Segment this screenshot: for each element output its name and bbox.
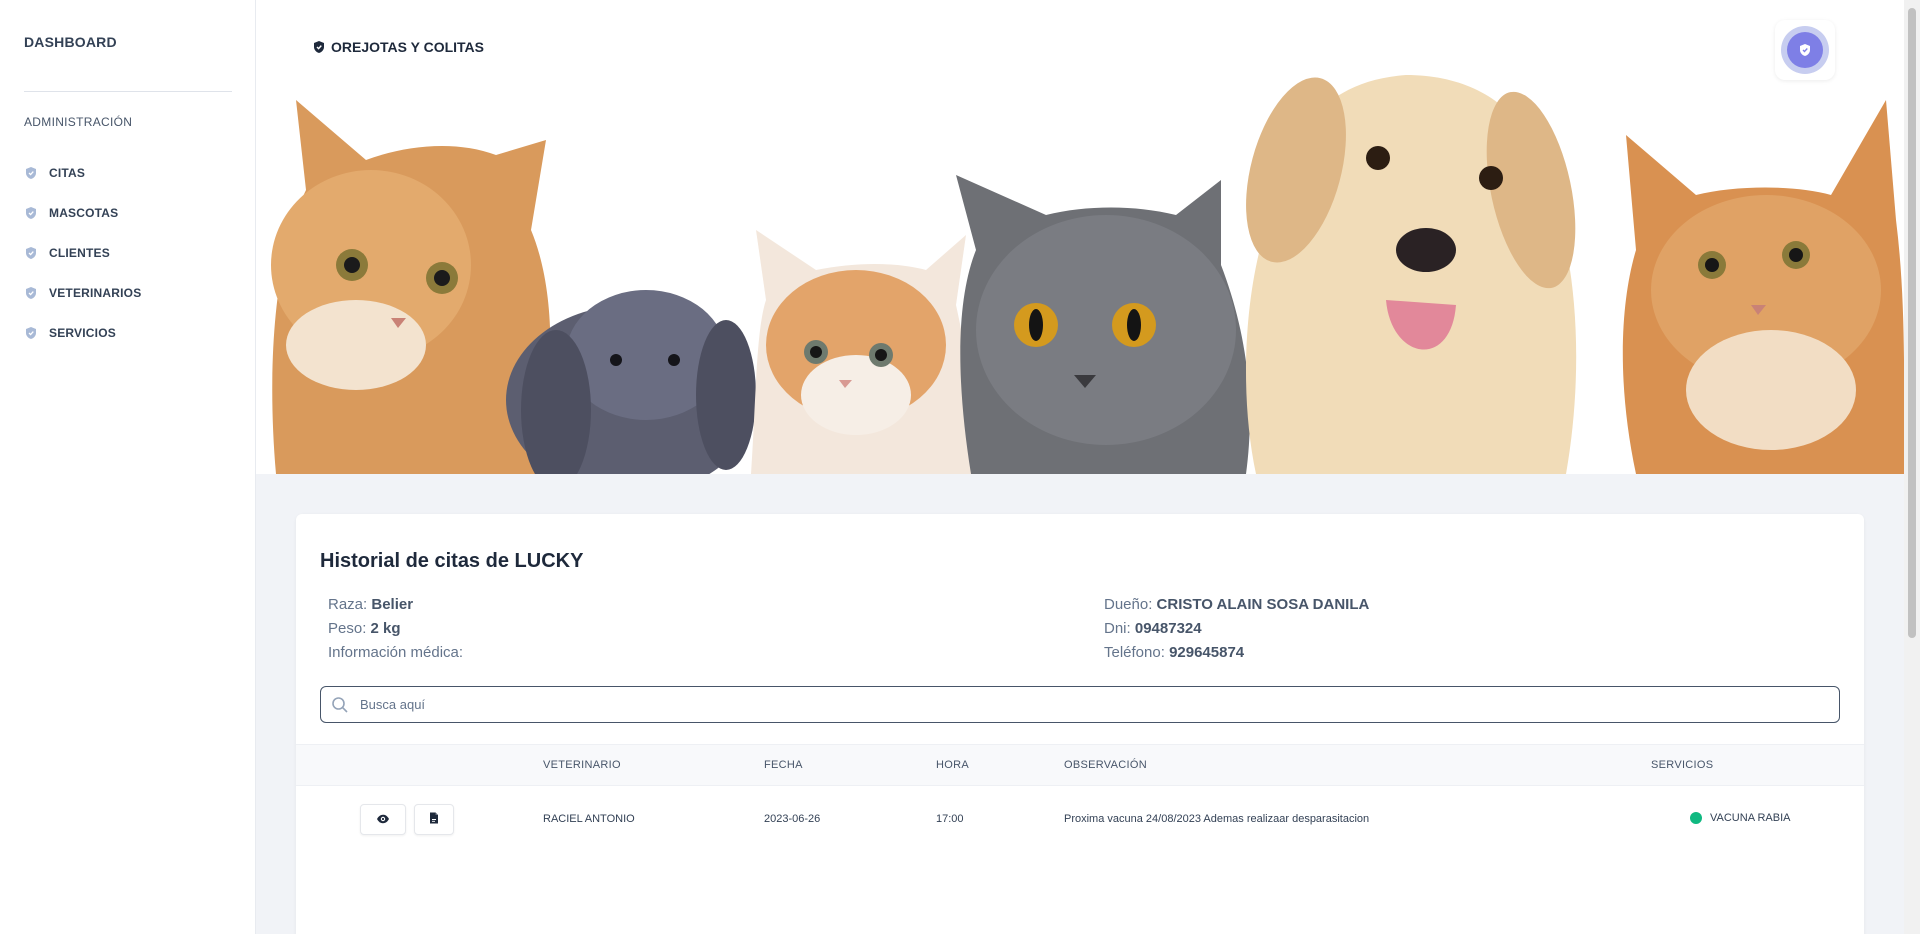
owner-name: Dueño: CRISTO ALAIN SOSA DANILA: [1104, 593, 1369, 617]
kitten: [751, 230, 976, 474]
info-label: Dueño:: [1104, 596, 1153, 613]
sidebar-section-label: ADMINISTRACIÓN: [24, 115, 133, 129]
column-header-servicios[interactable]: SERVICIOS: [1651, 759, 1713, 771]
pet-weight: Peso: 2 kg: [328, 617, 463, 641]
info-label: Teléfono:: [1104, 644, 1165, 661]
eye-icon: [376, 811, 390, 829]
search-box[interactable]: [320, 686, 1840, 723]
cell-veterinario: RACIEL ANTONIO: [543, 813, 635, 825]
sidebar-item-mascotas[interactable]: MASCOTAS: [24, 193, 141, 233]
sidebar-item-veterinarios[interactable]: VETERINARIOS: [24, 273, 141, 313]
grey-cat: [956, 175, 1250, 474]
table-row: RACIEL ANTONIO 2023-06-26 17:00 Proxima …: [296, 786, 1864, 852]
sidebar-item-label: CITAS: [49, 166, 86, 180]
service-label: VACUNA RABIA: [1710, 812, 1791, 824]
sidebar-item-servicios[interactable]: SERVICIOS: [24, 313, 141, 353]
info-label: Peso:: [328, 620, 367, 637]
sidebar: DASHBOARD ADMINISTRACIÓN CITAS MASCOTAS …: [0, 0, 256, 934]
cell-fecha: 2023-06-26: [764, 813, 821, 825]
table-header: VETERINARIO FECHA HORA OBSERVACIÓN SERVI…: [296, 744, 1864, 786]
page-scrollbar[interactable]: [1904, 0, 1920, 934]
owner-phone: Teléfono: 929645874: [1104, 641, 1369, 665]
user-avatar-button[interactable]: [1775, 20, 1835, 80]
history-title-prefix: Historial de citas de: [320, 550, 509, 572]
info-label: Información médica:: [328, 644, 464, 661]
info-label: Dni:: [1104, 620, 1131, 637]
search-icon: [331, 696, 349, 714]
info-label: Raza:: [328, 596, 368, 613]
user-avatar-icon: [1787, 32, 1823, 68]
sidebar-nav: CITAS MASCOTAS CLIENTES VETERINARIOS SER…: [24, 153, 141, 353]
app-title-text: OREJOTAS Y COLITAS: [331, 39, 484, 55]
owner-info: Dueño: CRISTO ALAIN SOSA DANILA Dni: 094…: [1104, 593, 1369, 665]
status-dot: [1690, 812, 1702, 824]
cell-hora: 17:00: [936, 813, 964, 825]
pet-name: LUCKY: [514, 550, 584, 572]
column-header-observacion[interactable]: OBSERVACIÓN: [1064, 759, 1147, 771]
info-value: CRISTO ALAIN SOSA DANILA: [1156, 596, 1370, 613]
info-value: 929645874: [1169, 644, 1245, 661]
search-input[interactable]: [360, 697, 1760, 712]
sidebar-item-label: VETERINARIOS: [49, 286, 142, 300]
sidebar-item-label: MASCOTAS: [49, 206, 119, 220]
info-value: Belier: [371, 596, 414, 613]
orange-cat-right: [1622, 100, 1904, 474]
scrollbar-thumb[interactable]: [1908, 8, 1916, 638]
sidebar-item-label: SERVICIOS: [49, 326, 116, 340]
document-icon: [429, 811, 439, 829]
pet-breed: Raza: Belier: [328, 593, 463, 617]
document-button[interactable]: [414, 804, 454, 835]
shield-icon: [24, 286, 38, 300]
hero-banner: OREJOTAS Y COLITAS: [256, 0, 1904, 474]
sidebar-divider: [24, 91, 232, 92]
pets-banner-image: [271, 75, 1904, 474]
shield-icon: [312, 40, 326, 54]
avatar: [1781, 26, 1829, 74]
owner-dni: Dni: 09487324: [1104, 617, 1369, 641]
sidebar-item-citas[interactable]: CITAS: [24, 153, 141, 193]
info-value: 09487324: [1134, 620, 1202, 637]
view-button[interactable]: [360, 804, 406, 835]
sidebar-item-clientes[interactable]: CLIENTES: [24, 233, 141, 273]
column-header-hora[interactable]: HORA: [936, 759, 969, 771]
cell-servicios: VACUNA RABIA: [1690, 812, 1791, 824]
shield-icon: [24, 246, 38, 260]
sidebar-item-label: CLIENTES: [49, 246, 110, 260]
sidebar-brand[interactable]: DASHBOARD: [24, 34, 117, 50]
column-header-veterinario[interactable]: VETERINARIO: [543, 759, 621, 771]
column-header-fecha[interactable]: FECHA: [764, 759, 803, 771]
pet-medical-info: Información médica:: [328, 641, 463, 665]
shield-icon: [24, 206, 38, 220]
pet-info: Raza: Belier Peso: 2 kg Información médi…: [328, 593, 463, 665]
app-title: OREJOTAS Y COLITAS: [312, 39, 484, 55]
history-card: Historial de citas de LUCKY Raza: Belier…: [296, 514, 1864, 934]
cell-observacion: Proxima vacuna 24/08/2023 Ademas realiza…: [1064, 813, 1370, 825]
labrador-puppy: [1246, 75, 1577, 474]
history-title: Historial de citas de LUCKY: [320, 550, 583, 573]
shield-icon: [24, 326, 38, 340]
main-content: OREJOTAS Y COLITAS Historial de citas de…: [256, 0, 1904, 934]
info-value: 2 kg: [370, 620, 401, 637]
shield-icon: [24, 166, 38, 180]
